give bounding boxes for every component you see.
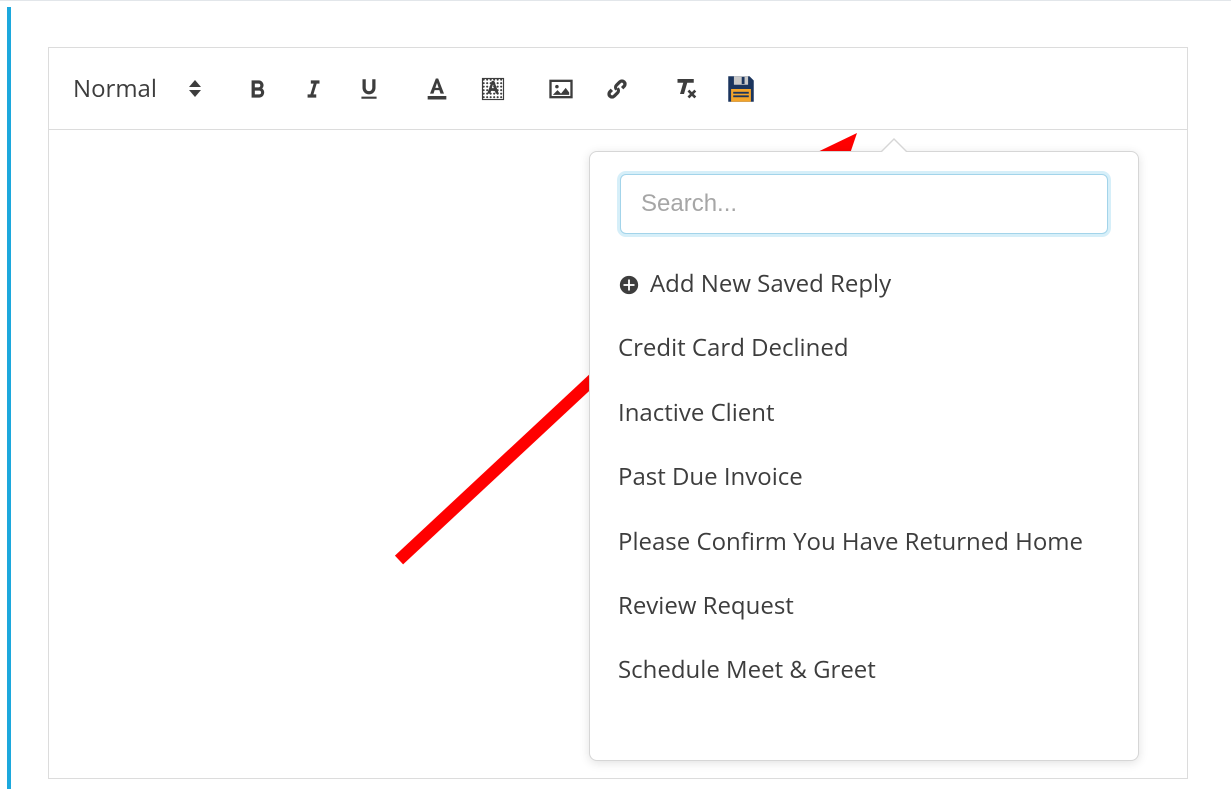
- saved-replies-button[interactable]: [723, 71, 759, 107]
- format-picker[interactable]: Normal: [67, 68, 207, 109]
- search-wrap: [590, 152, 1138, 248]
- italic-icon: [300, 76, 326, 102]
- page: Normal: [0, 0, 1231, 795]
- insert-link-button[interactable]: [599, 71, 635, 107]
- font-color-icon: [423, 75, 451, 103]
- saved-reply-item[interactable]: Credit Card Declined: [590, 316, 1138, 380]
- underline-button[interactable]: [351, 71, 387, 107]
- italic-button[interactable]: [295, 71, 331, 107]
- link-icon: [603, 75, 631, 103]
- rich-text-editor: Normal: [48, 47, 1188, 779]
- toolbar-group-style: [239, 71, 387, 107]
- toolbar-group-color: [419, 71, 511, 107]
- saved-reply-item[interactable]: Review Request: [590, 574, 1138, 638]
- insert-image-button[interactable]: [543, 71, 579, 107]
- clear-format-button[interactable]: [667, 71, 703, 107]
- saved-replies-dropdown: Add New Saved Reply Credit Card Declined…: [589, 151, 1139, 761]
- saved-reply-item[interactable]: Please Confirm You Have Returned Home: [590, 510, 1138, 574]
- accent-bar: [7, 7, 11, 789]
- saved-reply-item[interactable]: Past Due Invoice: [590, 445, 1138, 509]
- clear-format-icon: [670, 74, 700, 104]
- format-label: Normal: [73, 72, 157, 105]
- bold-button[interactable]: [239, 71, 275, 107]
- saved-replies-list[interactable]: Add New Saved Reply Credit Card Declined…: [590, 248, 1138, 760]
- font-color-button[interactable]: [419, 71, 455, 107]
- add-new-saved-reply[interactable]: Add New Saved Reply: [590, 252, 1138, 316]
- saved-reply-item[interactable]: Inactive Client: [590, 381, 1138, 445]
- plus-circle-icon: [618, 274, 640, 296]
- search-input[interactable]: [620, 174, 1108, 234]
- saved-reply-item[interactable]: Schedule Meet & Greet: [590, 638, 1138, 702]
- save-disk-icon: [724, 72, 758, 106]
- underline-icon: [356, 76, 382, 102]
- image-icon: [547, 75, 575, 103]
- highlight-icon: [479, 75, 507, 103]
- highlight-button[interactable]: [475, 71, 511, 107]
- toolbar-group-format: Normal: [67, 68, 207, 109]
- editor-toolbar: Normal: [49, 48, 1187, 130]
- add-label: Add New Saved Reply: [650, 268, 891, 300]
- bold-icon: [244, 76, 270, 102]
- toolbar-group-insert: [543, 71, 635, 107]
- toolbar-group-misc: [667, 71, 759, 107]
- editor-body[interactable]: Add New Saved Reply Credit Card Declined…: [49, 130, 1187, 778]
- chevron-updown-icon: [189, 80, 201, 97]
